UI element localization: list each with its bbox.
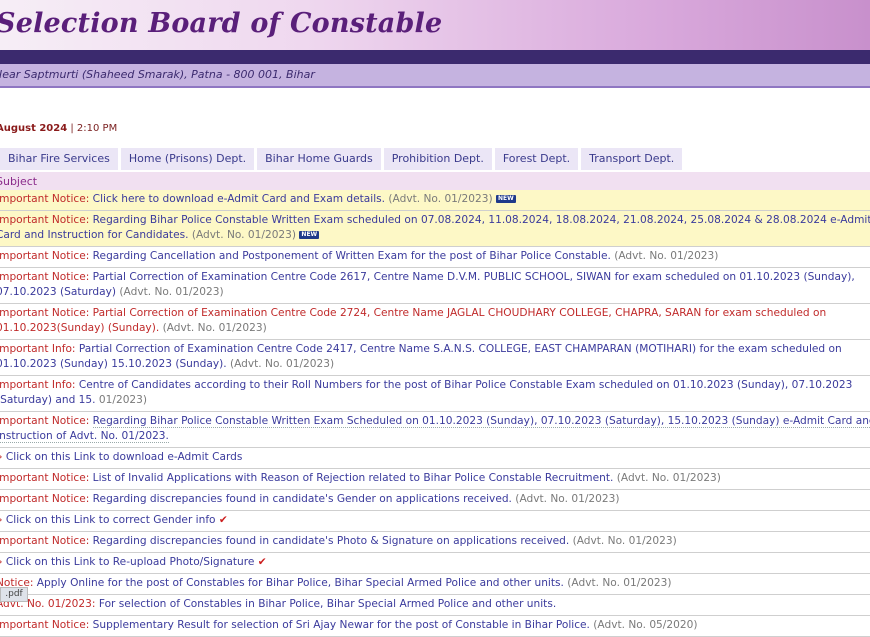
address-bar: Near Saptmurti (Shaheed Smarak), Patna -… bbox=[0, 64, 870, 88]
notice-advt: (Advt. No. 01/2023) bbox=[563, 577, 672, 589]
notice-list: Important Notice: Click here to download… bbox=[0, 190, 870, 637]
notice-advt: (Advt. No. 01/2023) bbox=[511, 493, 620, 505]
notice-advt: (Advt. No. 05/2020) bbox=[589, 619, 698, 631]
subject-header: Subject bbox=[0, 172, 870, 190]
notice-prefix: Important Notice: bbox=[0, 619, 93, 631]
current-time: 2:10 PM bbox=[76, 123, 118, 134]
header-banner: Selection Board of Constable bbox=[0, 0, 870, 50]
notice-row[interactable]: Important Info: Centre of Candidates acc… bbox=[0, 376, 870, 412]
notice-row[interactable]: Important Notice: Regarding Bihar Police… bbox=[0, 211, 870, 247]
notice-advt: (Advt. No. 01/2023) bbox=[188, 229, 297, 241]
notice-row[interactable]: Notice: Apply Online for the post of Con… bbox=[0, 574, 870, 595]
notice-row[interactable]: » Click on this Link to download e-Admit… bbox=[0, 448, 870, 469]
notice-row[interactable]: Important Notice: Supplementary Result f… bbox=[0, 616, 870, 637]
notice-row[interactable]: » Click on this Link to correct Gender i… bbox=[0, 511, 870, 532]
tab-fire-services[interactable]: Bihar Fire Services bbox=[0, 148, 118, 170]
notice-row[interactable]: Important Info: Partial Correction of Ex… bbox=[0, 340, 870, 376]
department-tabs: Bihar Fire Services Home (Prisons) Dept.… bbox=[0, 148, 685, 170]
notice-advt: (Advt. No. 01/2023) bbox=[116, 286, 224, 298]
tab-forest[interactable]: Forest Dept. bbox=[494, 148, 579, 170]
notice-advt: (Advt. No. 01/2023) bbox=[159, 322, 267, 334]
notice-link[interactable]: Regarding Bihar Police Constable Written… bbox=[0, 214, 870, 241]
notice-advt: (Advt. No. 01/2023) bbox=[226, 358, 335, 370]
tab-prohibition[interactable]: Prohibition Dept. bbox=[383, 148, 492, 170]
notice-prefix: Important Notice: bbox=[0, 271, 93, 283]
notice-link[interactable]: Regarding discrepancies found in candida… bbox=[93, 535, 570, 547]
notice-row[interactable]: Important Notice: Click here to download… bbox=[0, 190, 870, 211]
notice-row[interactable]: Important Notice: Regarding discrepancie… bbox=[0, 532, 870, 553]
notice-prefix: Important Info: bbox=[0, 343, 79, 355]
notice-advt: 01/2023) bbox=[95, 394, 148, 406]
new-badge-icon: NEW bbox=[299, 231, 320, 239]
tab-home-prisons[interactable]: Home (Prisons) Dept. bbox=[120, 148, 255, 170]
notice-prefix: Important Notice: bbox=[0, 250, 93, 262]
notice-link[interactable]: Supplementary Result for selection of Sr… bbox=[93, 619, 590, 631]
notice-prefix: Important Notice: bbox=[0, 472, 93, 484]
notice-row[interactable]: Important Notice: Regarding discrepancie… bbox=[0, 490, 870, 511]
notice-link[interactable]: Regarding Cancellation and Postponement … bbox=[93, 250, 611, 262]
notice-prefix: Important Notice: bbox=[0, 214, 93, 226]
notice-row[interactable]: Advt. No. 01/2023: For selection of Cons… bbox=[0, 595, 870, 616]
notice-advt: (Advt. No. 01/2023) bbox=[613, 472, 721, 484]
checkmark-icon: ✔ bbox=[257, 556, 267, 568]
notice-link[interactable]: Regarding Bihar Police Constable Written… bbox=[0, 415, 870, 443]
header-divider bbox=[0, 50, 870, 64]
notice-row[interactable]: Important Notice: List of Invalid Applic… bbox=[0, 469, 870, 490]
notice-prefix: Important Notice: bbox=[0, 193, 93, 205]
notice-row[interactable]: Important Notice: Regarding Cancellation… bbox=[0, 247, 870, 268]
date-time: August 2024 | 2:10 PM bbox=[0, 123, 117, 134]
notice-advt: (Advt. No. 01/2023) bbox=[569, 535, 677, 547]
subject-label: Subject bbox=[0, 175, 38, 188]
notice-row[interactable]: » Click on this Link to Re-upload Photo/… bbox=[0, 553, 870, 574]
notice-row[interactable]: Important Notice: Regarding Bihar Police… bbox=[0, 412, 870, 448]
notice-prefix: Important Notice: bbox=[0, 493, 93, 505]
notice-prefix: Important Notice: bbox=[0, 307, 93, 319]
notice-link[interactable]: List of Invalid Applications with Reason… bbox=[93, 472, 614, 484]
current-date: August 2024 bbox=[0, 123, 68, 134]
admit-card-link[interactable]: Click on this Link to download e-Admit C… bbox=[6, 451, 243, 463]
notice-link[interactable]: Partial Correction of Examination Centre… bbox=[0, 343, 842, 370]
notice-row[interactable]: Important Notice: Partial Correction of … bbox=[0, 268, 870, 304]
photo-reupload-link[interactable]: Click on this Link to Re-upload Photo/Si… bbox=[6, 556, 255, 568]
tab-home-guards[interactable]: Bihar Home Guards bbox=[257, 148, 381, 170]
address-text: Near Saptmurti (Shaheed Smarak), Patna -… bbox=[0, 68, 315, 81]
notice-prefix: Important Info: bbox=[0, 379, 79, 391]
notice-link[interactable]: Click here to download e-Admit Card and … bbox=[93, 193, 385, 205]
notice-advt: (Advt. No. 01/2023) bbox=[385, 193, 493, 205]
notice-prefix: Important Notice: bbox=[0, 415, 93, 427]
site-title: Selection Board of Constable bbox=[0, 8, 443, 39]
gender-correction-link[interactable]: Click on this Link to correct Gender inf… bbox=[6, 514, 216, 526]
notice-link[interactable]: Apply Online for the post of Constables … bbox=[37, 577, 564, 589]
notice-row[interactable]: Important Notice: Partial Correction of … bbox=[0, 304, 870, 340]
notice-link[interactable]: Partial Correction of Examination Centre… bbox=[0, 307, 826, 334]
notice-advt: (Advt. No. 01/2023) bbox=[610, 250, 719, 262]
new-badge-icon: NEW bbox=[495, 195, 516, 203]
notice-link[interactable]: Regarding discrepancies found in candida… bbox=[93, 493, 512, 505]
checkmark-icon: ✔ bbox=[218, 514, 228, 526]
notice-prefix: Important Notice: bbox=[0, 535, 93, 547]
tab-transport[interactable]: Transport Dept. bbox=[581, 148, 683, 170]
